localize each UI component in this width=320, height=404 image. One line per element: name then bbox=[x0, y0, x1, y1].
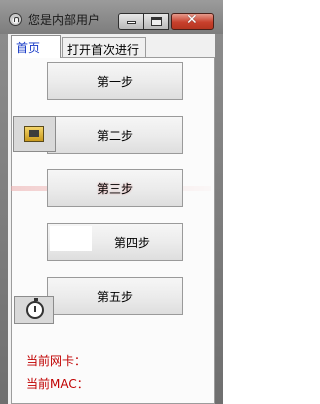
close-button[interactable]: ✕ bbox=[171, 12, 214, 30]
app-icon bbox=[9, 13, 22, 26]
minimize-icon bbox=[127, 21, 136, 24]
tab-strip: 首页 打开首次进行 bbox=[8, 34, 215, 58]
step-1-label: 第一步 bbox=[96, 74, 133, 89]
tab-open-first-run[interactable]: 打开首次进行 bbox=[62, 37, 146, 58]
close-icon: ✕ bbox=[186, 12, 198, 28]
title-bar[interactable]: 您是内部用户 ✕ bbox=[0, 0, 223, 34]
maximize-icon bbox=[151, 17, 162, 26]
maximize-button[interactable] bbox=[144, 13, 169, 30]
step-1-button[interactable]: 第一步 bbox=[47, 62, 183, 100]
stopwatch-icon bbox=[26, 298, 44, 319]
step-2-label: 第二步 bbox=[96, 128, 133, 143]
step-4-label: 第四步 bbox=[113, 235, 150, 250]
tray-icon bbox=[24, 126, 44, 142]
step-4-placeholder bbox=[50, 226, 92, 251]
step-5-button[interactable]: 第五步 bbox=[47, 277, 183, 315]
step-5-label: 第五步 bbox=[96, 289, 133, 304]
stopwatch-button[interactable] bbox=[14, 296, 54, 324]
app-window: 您是内部用户 ✕ 首页 打开首次进行 第一步 第二步 第三步 第四步 第五步 当… bbox=[0, 0, 223, 404]
minimize-button[interactable] bbox=[118, 13, 144, 30]
tab-home[interactable]: 首页 bbox=[11, 35, 61, 58]
tray-icon-button[interactable] bbox=[13, 116, 56, 152]
window-title: 您是内部用户 bbox=[28, 13, 101, 27]
current-mac-label: 当前MAC： bbox=[26, 377, 89, 391]
step-2-button[interactable]: 第二步 bbox=[47, 116, 183, 154]
step-3-label: 第三步 bbox=[96, 181, 133, 196]
current-nic-label: 当前网卡： bbox=[26, 354, 87, 368]
step-3-button[interactable]: 第三步 bbox=[47, 169, 183, 207]
